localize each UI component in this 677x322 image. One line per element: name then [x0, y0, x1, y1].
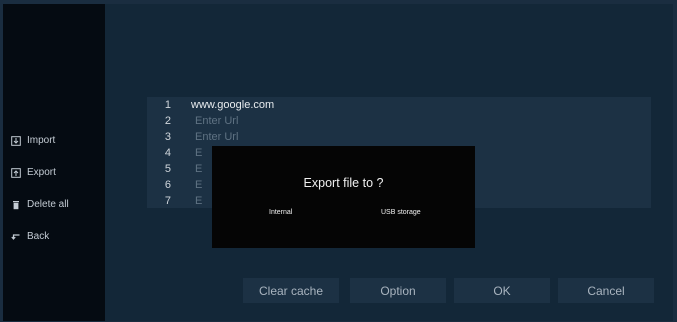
url-placeholder: E — [195, 195, 203, 207]
url-placeholder: E — [195, 147, 203, 159]
sidebar-item-label: Delete all — [27, 199, 69, 210]
option-button[interactable]: Option — [350, 278, 446, 303]
usb-storage-option[interactable]: USB storage — [381, 209, 421, 216]
trash-icon — [11, 200, 21, 210]
back-arrow-icon — [11, 232, 21, 242]
sidebar-item-export[interactable]: Export — [11, 167, 56, 178]
cancel-button[interactable]: Cancel — [558, 278, 654, 303]
url-row-1[interactable]: 1 www.google.com — [147, 97, 274, 113]
url-number: 5 — [164, 163, 171, 175]
url-row-7[interactable]: 7 E — [147, 193, 202, 209]
url-value: www.google.com — [191, 99, 275, 111]
internal-option[interactable]: Internal — [269, 209, 292, 216]
sidebar-item-delete-all[interactable]: Delete all — [11, 199, 69, 210]
url-number: 3 — [164, 131, 171, 143]
url-row-5[interactable]: 5 E — [147, 161, 202, 177]
export-dialog: Export file to ? Internal USB storage — [212, 146, 475, 248]
url-row-2[interactable]: 2 Enter Url — [147, 113, 239, 129]
export-icon — [11, 167, 21, 178]
url-row-4[interactable]: 4 E — [147, 145, 202, 161]
sidebar-item-import[interactable]: Import — [11, 135, 55, 146]
dialog-title: Export file to ? — [303, 176, 384, 190]
ok-button[interactable]: OK — [454, 278, 550, 303]
url-placeholder: Enter Url — [195, 131, 239, 143]
url-number: 4 — [164, 147, 171, 159]
sidebar-item-label: Export — [27, 167, 56, 178]
sidebar-item-back[interactable]: Back — [11, 231, 49, 242]
clear-cache-button[interactable]: Clear cache — [243, 278, 339, 303]
import-icon — [11, 135, 21, 146]
url-placeholder: Enter Url — [195, 115, 239, 127]
url-number: 6 — [164, 179, 171, 191]
url-placeholder: E — [195, 179, 203, 191]
url-placeholder: E — [195, 163, 203, 175]
url-number: 1 — [164, 99, 171, 111]
screen: Import Export Delete all Back 1 www.goog… — [3, 4, 673, 321]
url-number: 2 — [164, 115, 171, 127]
url-row-3[interactable]: 3 Enter Url — [147, 129, 239, 145]
sidebar-item-label: Import — [27, 135, 56, 146]
sidebar: Import Export Delete all Back — [3, 4, 105, 321]
url-row-6[interactable]: 6 E — [147, 177, 202, 193]
sidebar-item-label: Back — [27, 231, 50, 242]
url-number: 7 — [164, 195, 171, 207]
